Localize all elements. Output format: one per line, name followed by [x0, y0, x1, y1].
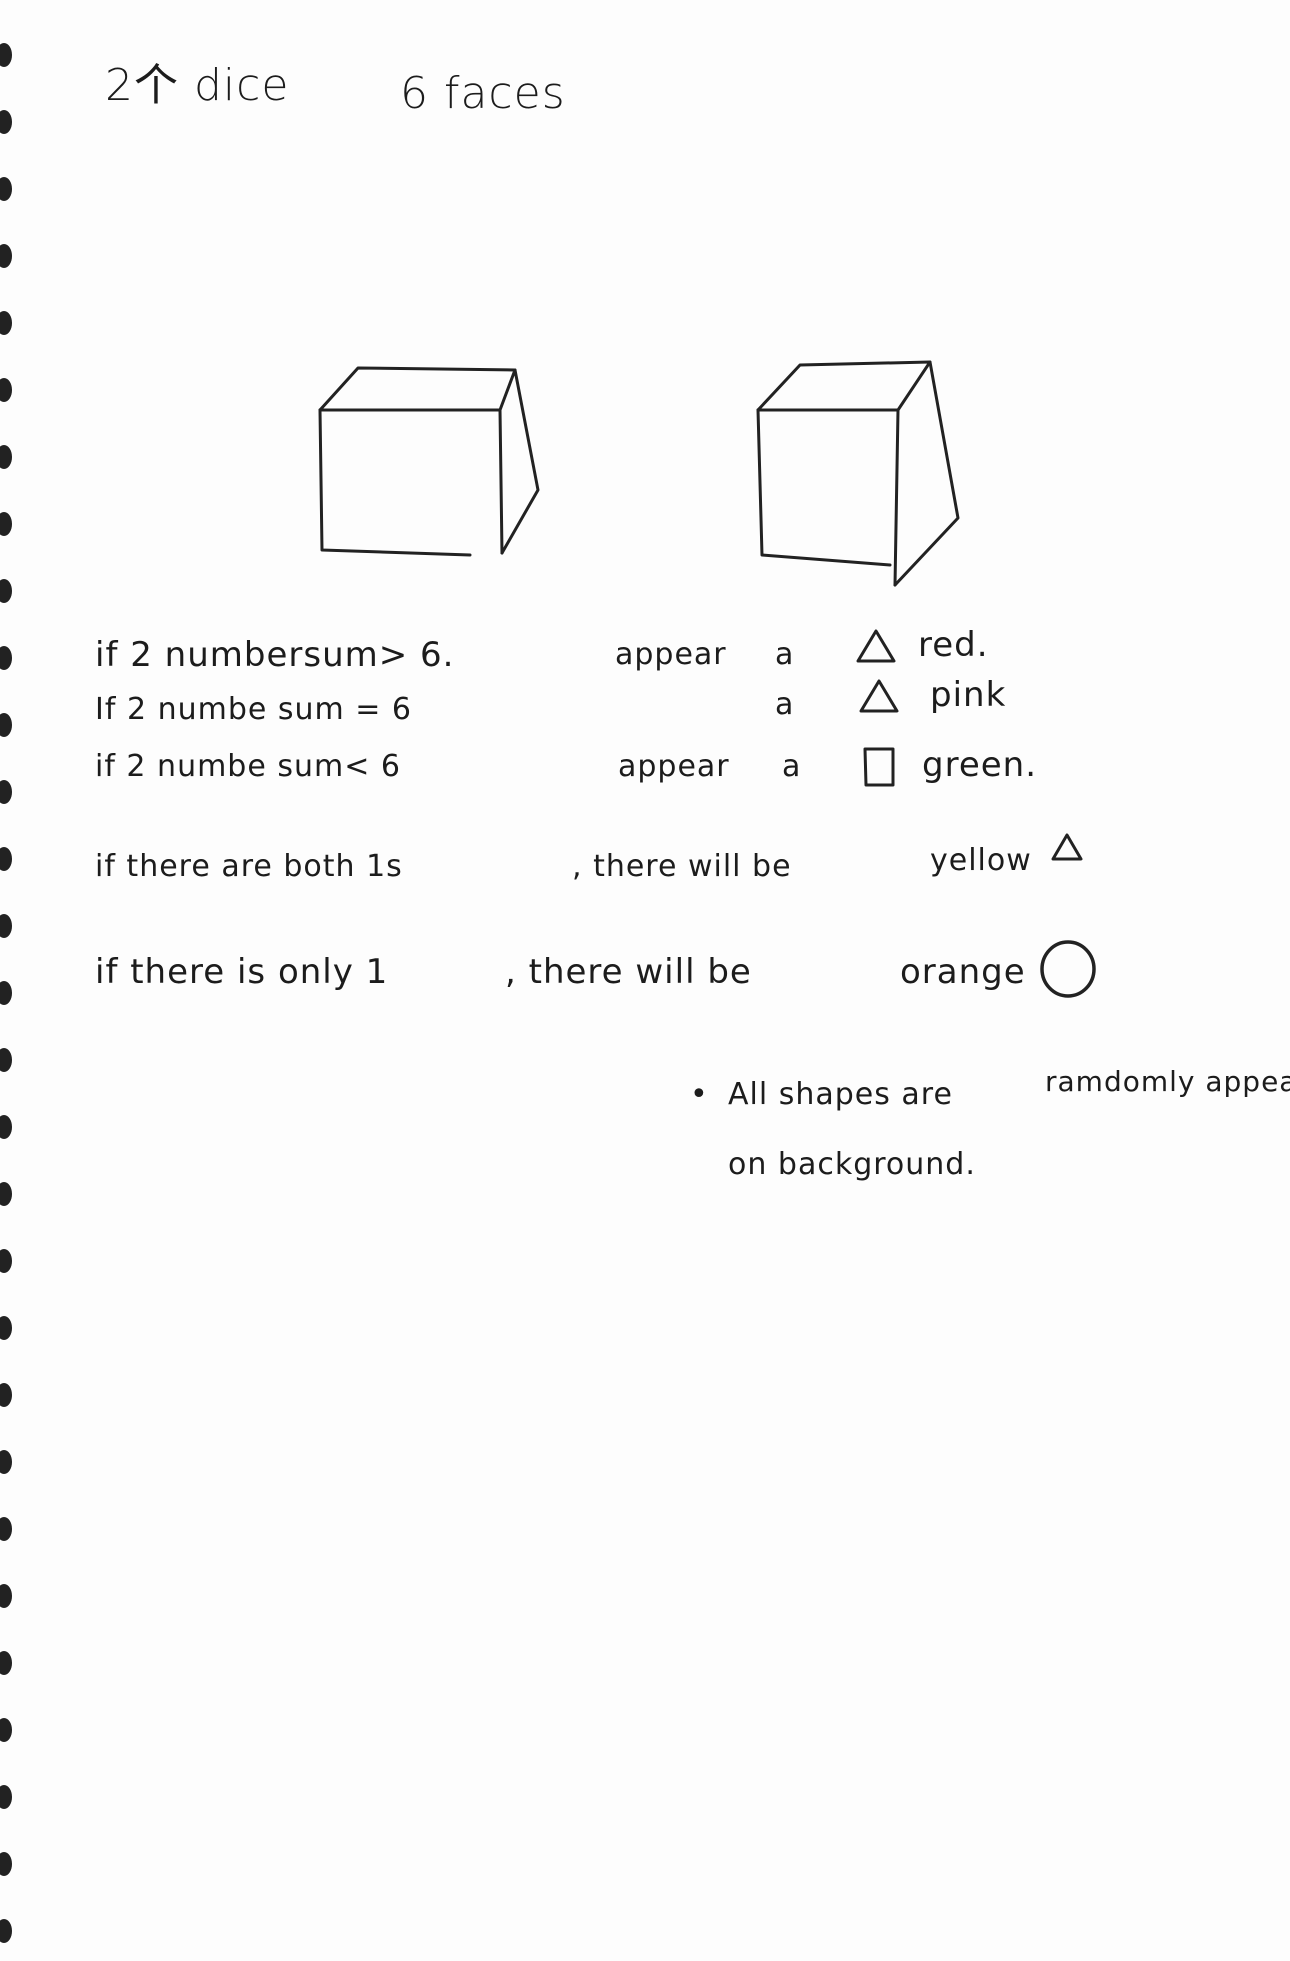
dice-count-label: 2个 dice — [105, 60, 290, 111]
triangle-icon — [1051, 833, 1083, 861]
note-line1-a: All shapes are — [728, 1077, 953, 1112]
note-bullet: • — [690, 1077, 709, 1112]
triangle-icon — [859, 679, 899, 713]
rule-result: , there will be — [505, 952, 752, 992]
rule-color: green. — [922, 745, 1038, 785]
triangle-icon — [856, 629, 896, 663]
rule-article: a — [782, 749, 802, 784]
circle-icon — [1040, 940, 1096, 998]
faces-label: 6 faces — [400, 68, 566, 119]
rule-result: , there will be — [572, 849, 792, 884]
rule-color: orange — [900, 952, 1026, 992]
rule-color: pink — [930, 675, 1007, 715]
rule-condition: if there is only 1 — [95, 952, 389, 992]
rule-verb: appear — [615, 637, 727, 672]
rule-article: a — [775, 687, 795, 722]
note-line2: on background. — [728, 1147, 976, 1182]
note-line1-b: ramdomly appear — [1045, 1065, 1290, 1098]
rule-color: red. — [918, 625, 989, 665]
notebook-page: 2个 dice 6 faces if 2 numbersum> 6. appea… — [0, 0, 1290, 1961]
rule-condition: if there are both 1s — [95, 849, 403, 884]
rule-condition: if 2 numbe sum< 6 — [95, 749, 401, 784]
rule-condition: If 2 numbe sum = 6 — [95, 692, 413, 727]
rule-condition: if 2 numbersum> 6. — [95, 635, 455, 675]
rule-color: yellow — [930, 843, 1032, 878]
rule-verb: appear — [618, 749, 730, 784]
cube-icon — [318, 366, 540, 557]
square-icon — [863, 747, 895, 787]
rule-article: a — [775, 637, 795, 672]
cube-icon — [756, 360, 960, 587]
